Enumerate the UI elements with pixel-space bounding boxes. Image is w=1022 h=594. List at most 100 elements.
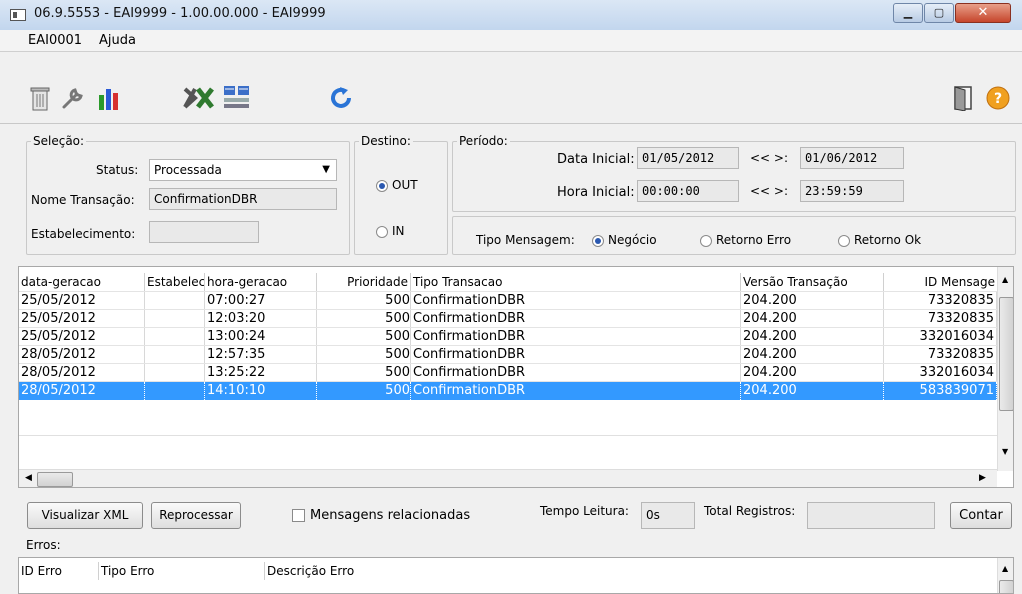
table-row[interactable]: 25/05/2012 12:03:20 500 ConfirmationDBR 204.… (19, 309, 997, 328)
cell-hora-geracao: 13:00:24 (205, 328, 317, 346)
destino-out-radio[interactable] (376, 180, 388, 192)
mensagens-relacionadas-label: Mensagens relacionadas (310, 508, 471, 523)
maximize-button[interactable]: ▢ (924, 3, 954, 23)
cell-data-geracao: 28/05/2012 (19, 364, 145, 382)
cell-versao-transacao: 204.200 (741, 346, 884, 364)
messages-table[interactable]: data-geracao Estabelec hora-geracao Prio… (18, 266, 1014, 488)
table-row[interactable]: 28/05/2012 14:10:10 500 ConfirmationDBR 204.… (19, 381, 997, 400)
erros-scrollbar-thumb[interactable] (999, 580, 1013, 593)
cell-versao-transacao: 204.200 (741, 328, 884, 346)
selecao-legend: Seleção: (33, 134, 85, 148)
col-estabelec[interactable]: Estabelec (145, 273, 205, 291)
nome-transacao-field[interactable]: ConfirmationDBR (149, 188, 337, 210)
menu-ajuda[interactable]: Ajuda (99, 33, 136, 48)
cell-id-mensagem: 73320835 (884, 292, 997, 310)
hora-final-field[interactable]: 23:59:59 (800, 180, 904, 202)
erros-scroll-up-icon[interactable]: ▲ (1002, 564, 1008, 573)
cell-prioridade: 500 (317, 292, 411, 310)
scroll-down-icon[interactable]: ▼ (1002, 447, 1008, 456)
wrench-icon[interactable] (58, 82, 88, 114)
menu-eai0001[interactable]: EAI0001 (28, 33, 82, 48)
scroll-right-icon[interactable]: ▶ (979, 473, 986, 483)
scroll-left-icon[interactable]: ◀ (25, 473, 32, 483)
cell-data-geracao: 25/05/2012 (19, 310, 145, 328)
tipo-mensagem-label: Tipo Mensagem: (476, 233, 575, 247)
col-hora-geracao[interactable]: hora-geracao (205, 273, 317, 291)
col-id-erro[interactable]: ID Erro (19, 562, 99, 580)
table-row[interactable]: 28/05/2012 12:57:35 500 ConfirmationDBR 204.… (19, 345, 997, 364)
col-id-mensagem[interactable]: ID Mensage (884, 273, 997, 291)
data-inicial-field[interactable]: 01/05/2012 (637, 147, 739, 169)
cell-versao-transacao: 204.200 (741, 364, 884, 382)
help-icon[interactable]: ? (983, 82, 1013, 114)
hora-range-arrows[interactable]: << >: (750, 184, 788, 198)
table-row[interactable]: 25/05/2012 07:00:27 500 ConfirmationDBR 204.… (19, 291, 997, 310)
cell-id-mensagem: 332016034 (884, 328, 997, 346)
col-tipo-erro[interactable]: Tipo Erro (99, 562, 265, 580)
cell-estabelec (145, 292, 205, 310)
cell-hora-geracao: 07:00:27 (205, 292, 317, 310)
table-row[interactable]: 28/05/2012 13:25:22 500 ConfirmationDBR 204.… (19, 363, 997, 382)
periodo-legend: Período: (459, 134, 508, 148)
cell-data-geracao: 28/05/2012 (19, 346, 145, 364)
col-tipo-transacao[interactable]: Tipo Transacao (411, 273, 741, 291)
trash-icon[interactable] (26, 82, 54, 114)
visualizar-xml-button[interactable]: Visualizar XML (27, 502, 143, 529)
cell-versao-transacao: 204.200 (741, 382, 884, 400)
cell-data-geracao: 25/05/2012 (19, 292, 145, 310)
cell-tipo-transacao: ConfirmationDBR (411, 346, 741, 364)
horizontal-scrollbar[interactable]: ◀ ▶ (19, 469, 997, 487)
grid-icon[interactable] (220, 82, 254, 114)
hora-inicial-label: Hora Inicial: (557, 185, 635, 200)
table-empty-row (19, 435, 997, 454)
erros-vertical-scrollbar[interactable]: ▲ (997, 558, 1013, 593)
estabelecimento-field[interactable] (149, 221, 259, 243)
tipo-retorno-erro-radio[interactable] (700, 235, 712, 247)
status-label: Status: (96, 163, 139, 177)
table-header: data-geracao Estabelec hora-geracao Prio… (19, 273, 997, 291)
erros-table-header: ID Erro Tipo Erro Descrição Erro (19, 562, 914, 580)
bar-chart-icon[interactable] (94, 82, 124, 114)
col-descricao-erro[interactable]: Descrição Erro (265, 562, 914, 580)
erros-table[interactable]: ID Erro Tipo Erro Descrição Erro ▲ (18, 557, 1014, 594)
col-prioridade[interactable]: Prioridade (317, 273, 411, 291)
minimize-button[interactable]: ▁ (893, 3, 923, 23)
hora-inicial-field[interactable]: 00:00:00 (637, 180, 739, 202)
cell-tipo-transacao: ConfirmationDBR (411, 328, 741, 346)
col-versao-transacao[interactable]: Versão Transação (741, 273, 884, 291)
close-button[interactable]: ✕ (955, 3, 1011, 23)
refresh-icon[interactable] (326, 82, 356, 114)
cell-prioridade: 500 (317, 346, 411, 364)
cell-id-mensagem: 73320835 (884, 346, 997, 364)
app-icon (10, 9, 26, 21)
table-row[interactable]: 25/05/2012 13:00:24 500 ConfirmationDBR 204.… (19, 327, 997, 346)
contar-button[interactable]: Contar (950, 502, 1012, 529)
window-title: 06.9.5553 - EAI9999 - 1.00.00.000 - EAI9… (34, 6, 326, 21)
excel-icon[interactable] (180, 82, 218, 114)
scroll-up-icon[interactable]: ▲ (1002, 275, 1008, 284)
tipo-retorno-ok-radio[interactable] (838, 235, 850, 247)
tipo-negocio-radio[interactable] (592, 235, 604, 247)
cell-prioridade: 500 (317, 328, 411, 346)
vertical-scrollbar[interactable]: ▲ ▼ (997, 267, 1013, 471)
destino-in-radio[interactable] (376, 226, 388, 238)
mensagens-relacionadas-checkbox[interactable] (292, 509, 305, 522)
scrollbar-thumb[interactable] (999, 297, 1013, 411)
data-final-field[interactable]: 01/06/2012 (800, 147, 904, 169)
h-scrollbar-thumb[interactable] (37, 472, 73, 487)
svg-text:?: ? (994, 91, 1002, 107)
status-select[interactable]: Processada ▼ (149, 159, 337, 181)
data-range-arrows[interactable]: << >: (750, 151, 788, 165)
reprocessar-button[interactable]: Reprocessar (151, 502, 241, 529)
data-inicial-label: Data Inicial: (557, 152, 635, 167)
cell-versao-transacao: 204.200 (741, 310, 884, 328)
cell-id-mensagem: 583839071 (884, 382, 997, 400)
cell-hora-geracao: 12:03:20 (205, 310, 317, 328)
tipo-negocio-label: Negócio (608, 233, 657, 247)
cell-data-geracao: 28/05/2012 (19, 382, 145, 400)
cell-hora-geracao: 14:10:10 (205, 382, 317, 400)
tempo-leitura-label: Tempo Leitura: (540, 504, 629, 518)
toolbar (0, 52, 1022, 124)
exit-door-icon[interactable] (948, 82, 978, 114)
col-data-geracao[interactable]: data-geracao (19, 273, 145, 291)
